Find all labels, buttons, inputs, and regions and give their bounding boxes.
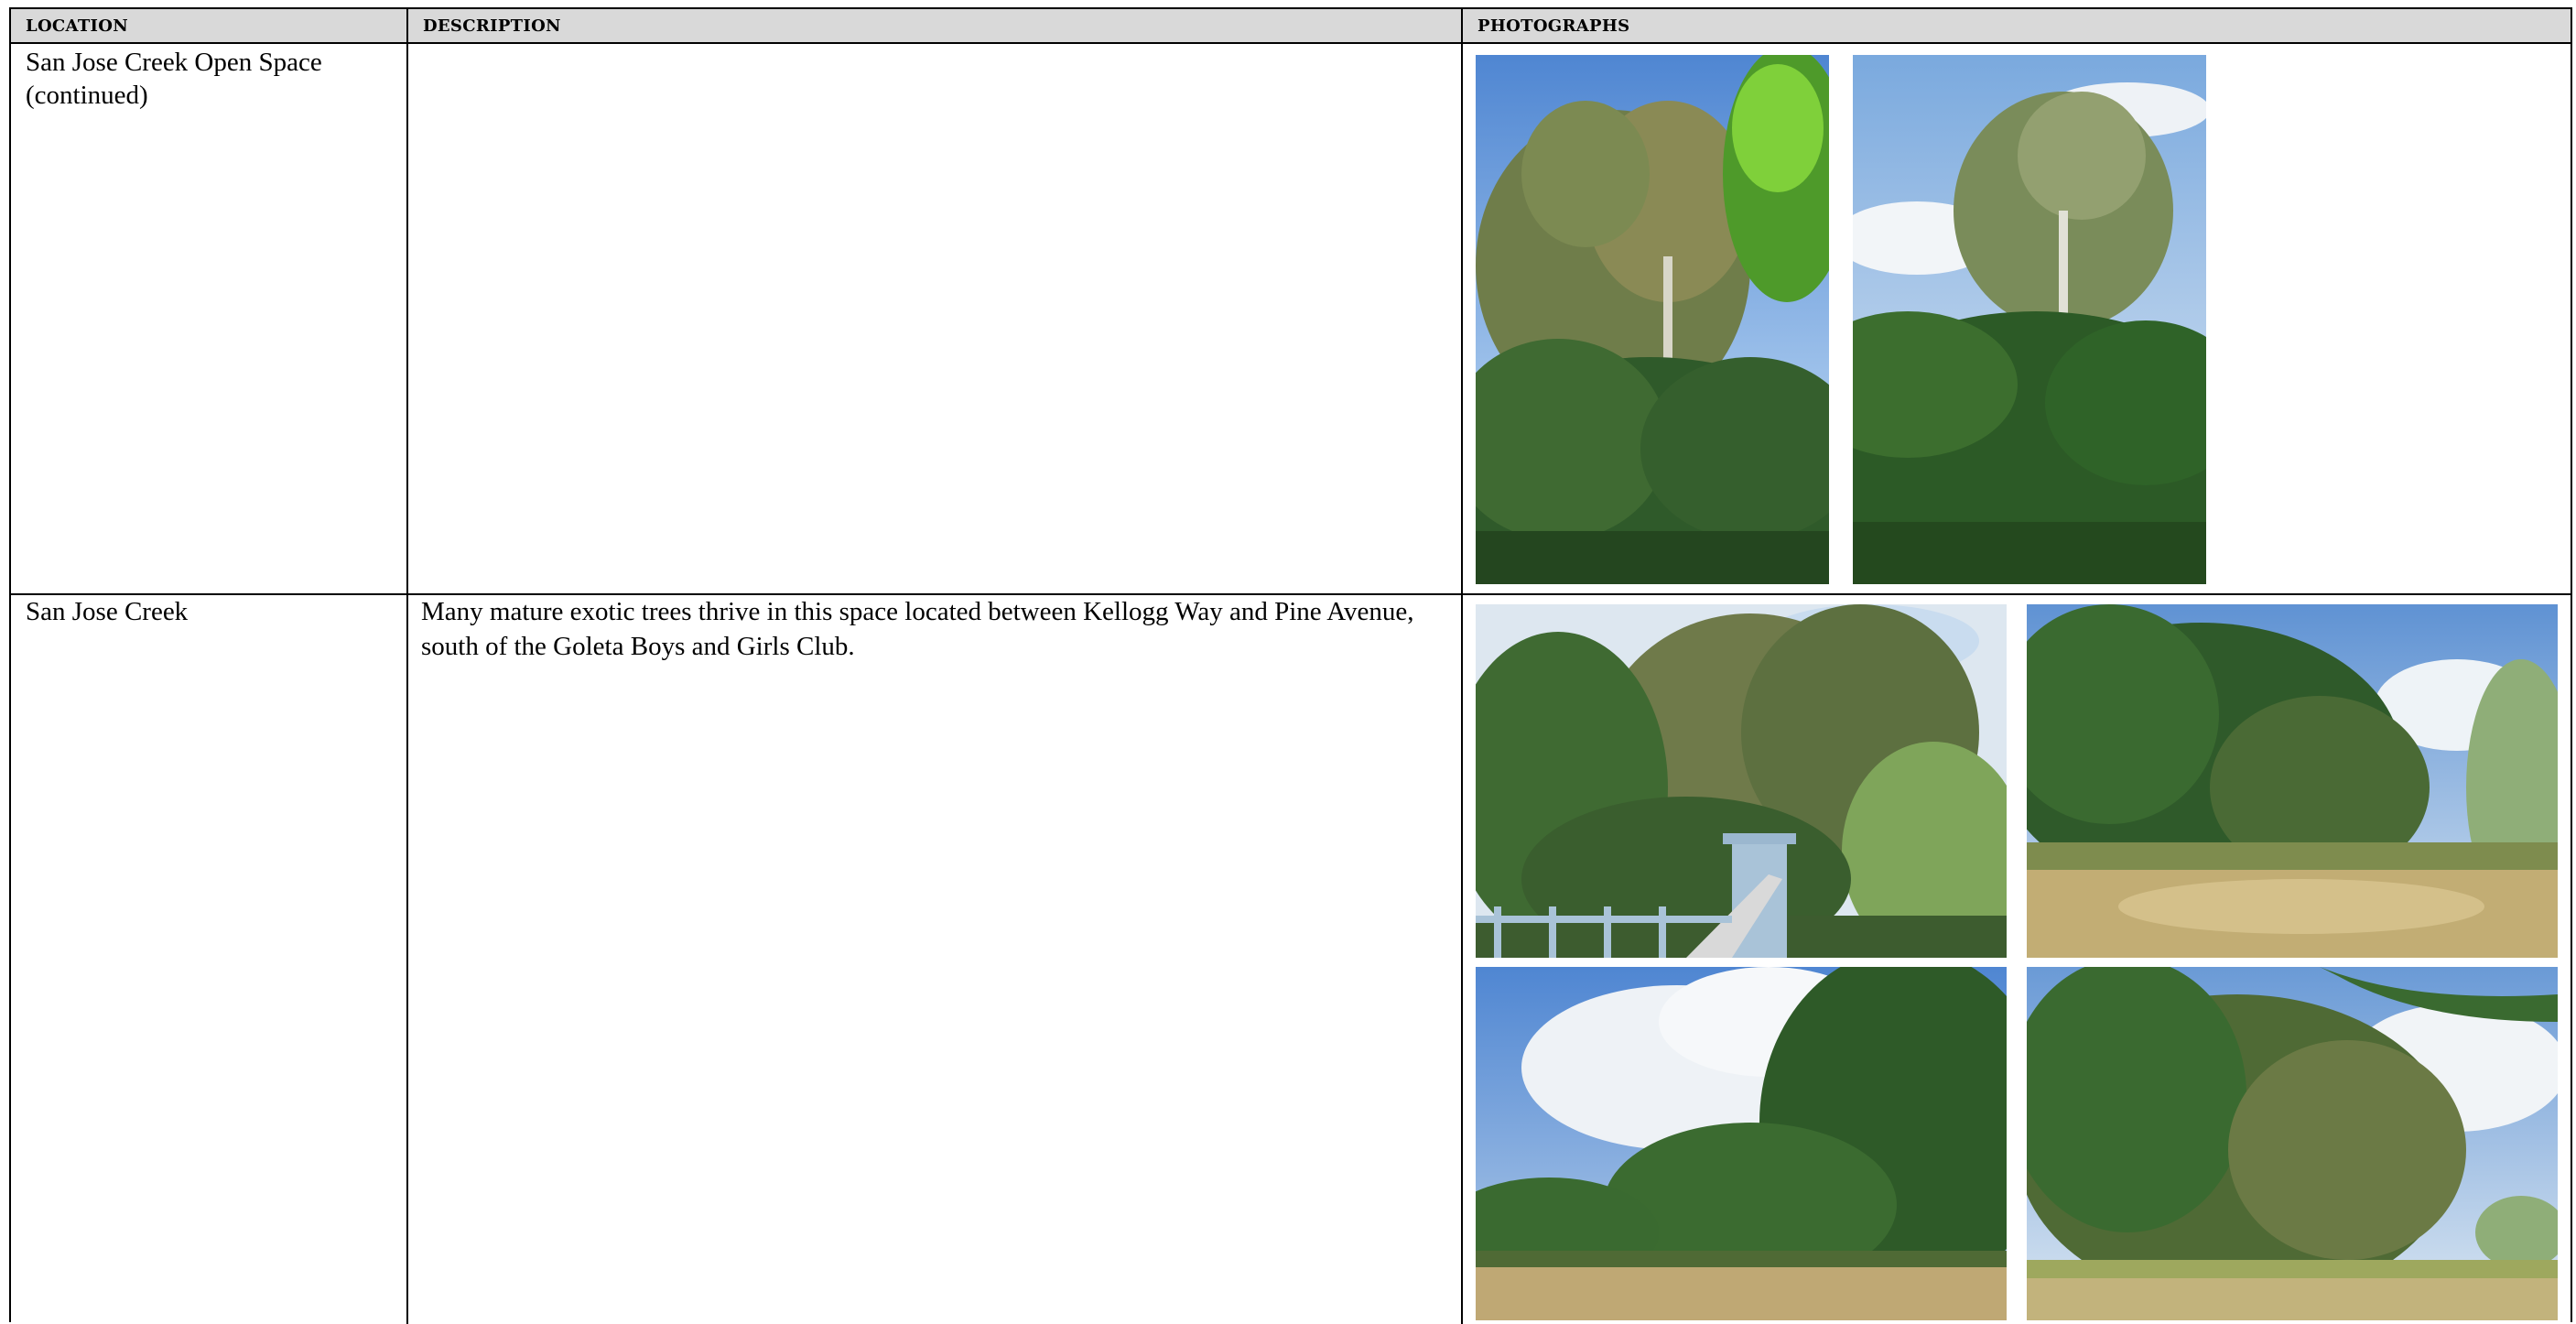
column-divider-2: [1461, 9, 1463, 1324]
row1-location-line1: San Jose Creek Open Space: [26, 48, 322, 77]
trees-behind-playground-photo: [1476, 604, 2007, 958]
row-divider: [11, 593, 2571, 595]
sycamore-tree-with-shrubs-photo: [1853, 55, 2206, 584]
tree-grove-dry-field-photo: [2027, 604, 2558, 958]
tall-sycamore-tree-photo: [1476, 55, 1829, 584]
column-divider-1: [406, 9, 408, 1324]
row2-description-line2: south of the Goleta Boys and Girls Club.: [421, 632, 855, 661]
trees-under-cloudy-sky-photo: [1476, 967, 2007, 1320]
species-table: LOCATION DESCRIPTION PHOTOGRAPHS San Jos…: [9, 7, 2572, 1324]
row2-description-line1: Many mature exotic trees thrive in this …: [421, 597, 1414, 626]
header-location: LOCATION: [11, 9, 408, 44]
row2-location: San Jose Creek: [26, 597, 189, 626]
tree-stand-with-willow-photo: [2027, 967, 2558, 1320]
header-description: DESCRIPTION: [408, 9, 1463, 44]
row1-location-line2: (continued): [26, 81, 148, 110]
header-photographs: PHOTOGRAPHS: [1463, 9, 2571, 44]
